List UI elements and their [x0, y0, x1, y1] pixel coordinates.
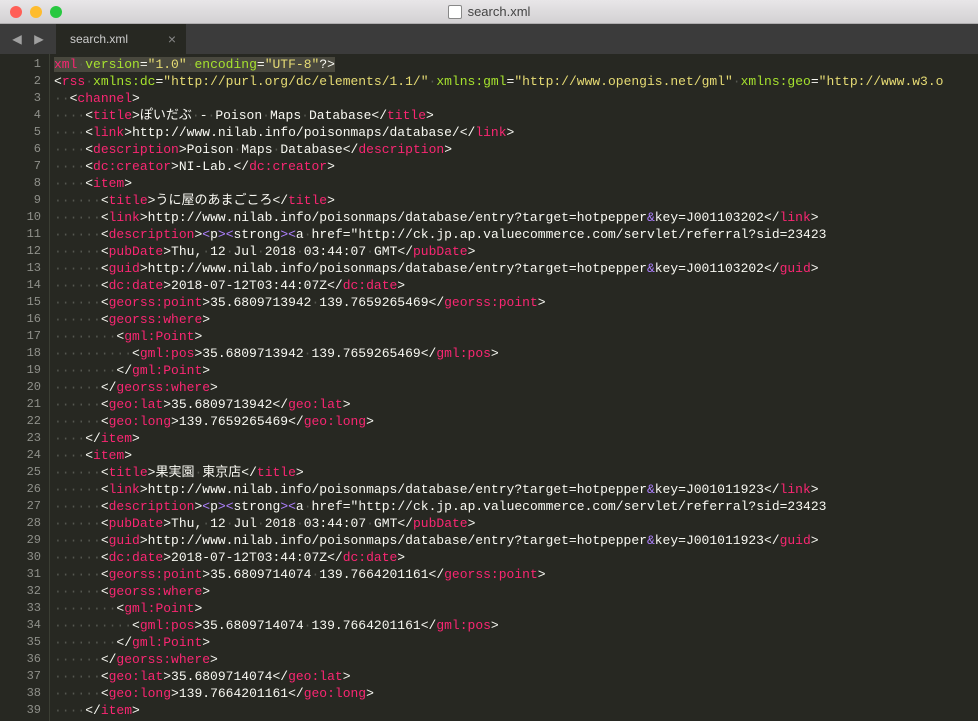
code-line[interactable]: ······<link>http://www.nilab.info/poison…	[50, 481, 978, 498]
code-line[interactable]: xml·version="1.0"·encoding="UTF-8"?>	[50, 56, 978, 73]
code-line[interactable]: ······<dc:date>2018-07-12T03:44:07Z</dc:…	[50, 549, 978, 566]
nav-back-button[interactable]: ◀	[6, 28, 28, 50]
window-title-text: search.xml	[468, 4, 531, 19]
nav-arrows: ◀ ▶	[0, 28, 56, 50]
code-line[interactable]: ······<pubDate>Thu,·12·Jul·2018·03:44:07…	[50, 243, 978, 260]
code-line[interactable]: ······<link>http://www.nilab.info/poison…	[50, 209, 978, 226]
code-line[interactable]: ······</georss:where>	[50, 651, 978, 668]
traffic-lights	[0, 6, 62, 18]
code-line[interactable]: ······<georss:where>	[50, 311, 978, 328]
tab-label: search.xml	[70, 32, 128, 46]
editor[interactable]: 1234567891011121314151617181920212223242…	[0, 54, 978, 721]
code-line[interactable]: ··········<gml:pos>35.6809714074·139.766…	[50, 617, 978, 634]
code-line[interactable]: ····<item>	[50, 175, 978, 192]
code-line[interactable]: ······<dc:date>2018-07-12T03:44:07Z</dc:…	[50, 277, 978, 294]
code-line[interactable]: ······<georss:point>35.6809713942·139.76…	[50, 294, 978, 311]
code-line[interactable]: ········<gml:Point>	[50, 328, 978, 345]
code-line[interactable]: ······<geo:long>139.7659265469</geo:long…	[50, 413, 978, 430]
window-title: search.xml	[0, 4, 978, 19]
code-line[interactable]: ········</gml:Point>	[50, 362, 978, 379]
code-line[interactable]: ······<description><p><strong><a·href="h…	[50, 498, 978, 515]
tab-close-button[interactable]: ×	[168, 31, 176, 47]
file-icon	[448, 5, 462, 19]
line-number-gutter: 1234567891011121314151617181920212223242…	[0, 54, 50, 721]
code-line[interactable]: ··<channel>	[50, 90, 978, 107]
code-line[interactable]: ········</gml:Point>	[50, 634, 978, 651]
code-line[interactable]: ····</item>	[50, 430, 978, 447]
zoom-window-button[interactable]	[50, 6, 62, 18]
code-line[interactable]: ····<item>	[50, 447, 978, 464]
code-line[interactable]: ······<description><p><strong><a·href="h…	[50, 226, 978, 243]
code-line[interactable]: <rss·xmlns:dc="http://purl.org/dc/elemen…	[50, 73, 978, 90]
code-line[interactable]: ······<geo:long>139.7664201161</geo:long…	[50, 685, 978, 702]
code-line[interactable]: ······<pubDate>Thu,·12·Jul·2018·03:44:07…	[50, 515, 978, 532]
code-line[interactable]: ······<georss:point>35.6809714074·139.76…	[50, 566, 978, 583]
code-line[interactable]: ····<title>ぽいだぶ·-·Poison·Maps·Database</…	[50, 107, 978, 124]
code-line[interactable]: ······<geo:lat>35.6809714074</geo:lat>	[50, 668, 978, 685]
code-line[interactable]: ··········<gml:pos>35.6809713942·139.765…	[50, 345, 978, 362]
code-area[interactable]: xml·version="1.0"·encoding="UTF-8"?><rss…	[50, 54, 978, 721]
tab-bar: ◀ ▶ search.xml ×	[0, 24, 978, 54]
code-line[interactable]: ····<description>Poison·Maps·Database</d…	[50, 141, 978, 158]
code-line[interactable]: ······<title>うに屋のあまごころ</title>	[50, 192, 978, 209]
code-line[interactable]: ······<title>果実園·東京店</title>	[50, 464, 978, 481]
code-line[interactable]: ····<link>http://www.nilab.info/poisonma…	[50, 124, 978, 141]
tabs: search.xml ×	[56, 24, 186, 54]
window-titlebar: search.xml	[0, 0, 978, 24]
close-window-button[interactable]	[10, 6, 22, 18]
tab-search-xml[interactable]: search.xml ×	[56, 24, 186, 54]
code-line[interactable]: ······<guid>http://www.nilab.info/poison…	[50, 260, 978, 277]
code-line[interactable]: ······</georss:where>	[50, 379, 978, 396]
code-line[interactable]: ······<georss:where>	[50, 583, 978, 600]
nav-forward-button[interactable]: ▶	[28, 28, 50, 50]
code-line[interactable]: ····</item>	[50, 702, 978, 719]
code-line[interactable]: ······<guid>http://www.nilab.info/poison…	[50, 532, 978, 549]
minimize-window-button[interactable]	[30, 6, 42, 18]
code-line[interactable]: ········<gml:Point>	[50, 600, 978, 617]
code-line[interactable]: ····<dc:creator>NI-Lab.</dc:creator>	[50, 158, 978, 175]
code-line[interactable]: ······<geo:lat>35.6809713942</geo:lat>	[50, 396, 978, 413]
